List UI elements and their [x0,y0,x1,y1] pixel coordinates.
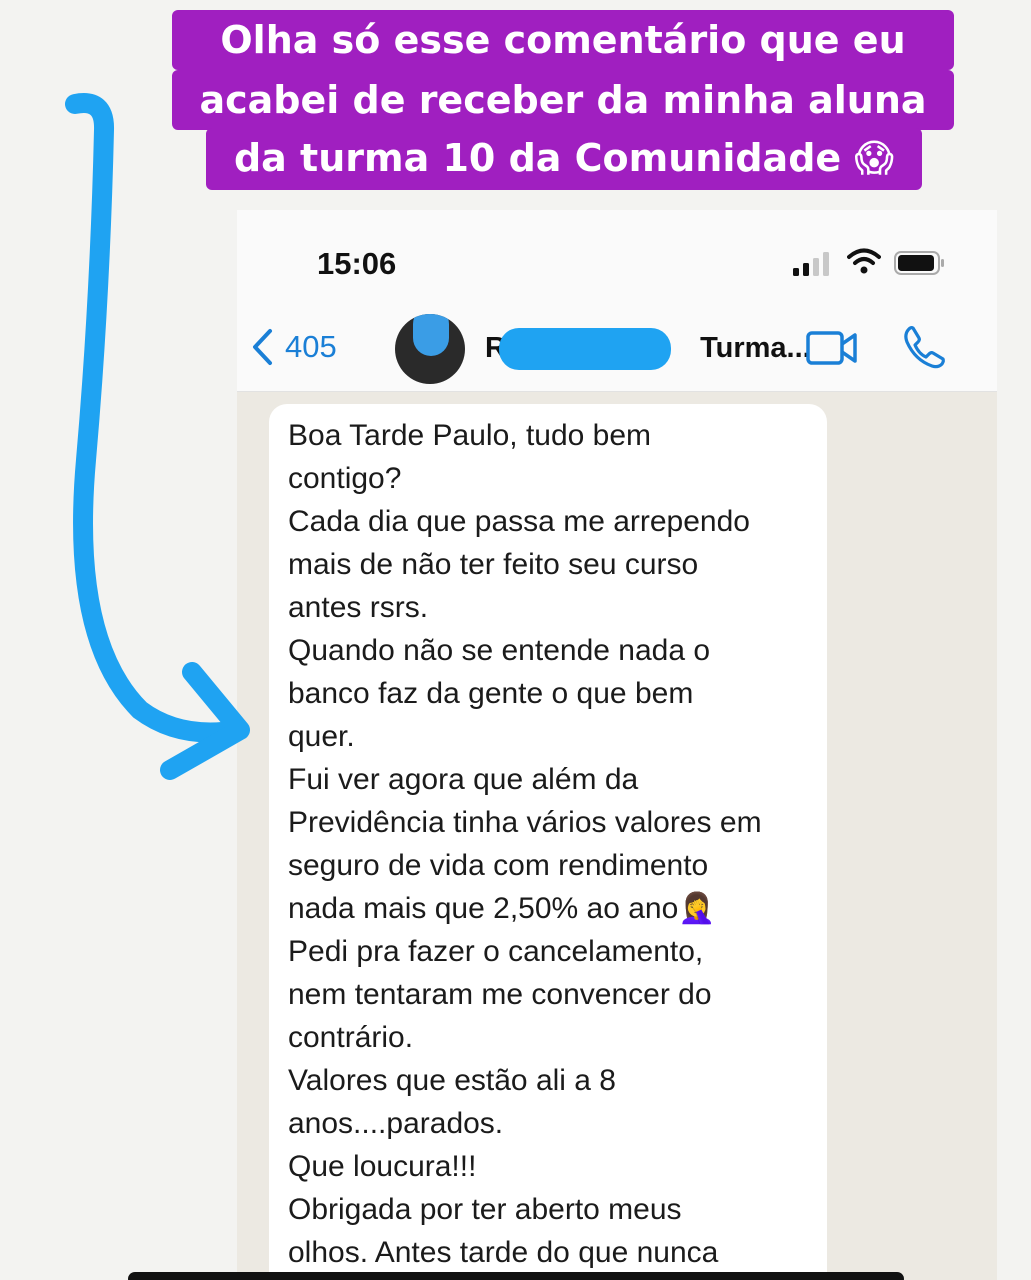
message-line: nada mais que 2,50% ao ano🤦‍♀️ [288,892,716,925]
phone-call-icon[interactable] [901,324,947,370]
status-time: 15:06 [317,246,397,281]
message-line: contrário. [288,1021,414,1054]
back-chevron-icon [253,329,272,365]
message-line: quer. [288,720,355,753]
name-redaction [499,328,671,370]
message-line: Fui ver agora que além da [288,763,639,796]
message-line: contigo? [288,462,402,495]
message-line: Pedi pra fazer o cancelamento, [288,935,704,968]
signal-icon [793,252,829,276]
message-line: seguro de vida com rendimento [288,849,709,882]
message-line: Boa Tarde Paulo, tudo bem [288,419,652,452]
video-call-icon[interactable] [805,328,859,368]
message-line: Valores que estão ali a 8 [288,1064,616,1097]
message-line: antes rsrs. [288,591,429,624]
caption-line-3: da turma 10 da Comunidade 😱 [206,128,922,190]
contact-name-end: Turma... [700,332,811,364]
message-line: mais de não ter feito seu curso [288,548,699,581]
status-bar: 15:06 [237,210,997,310]
chat-body: Boa Tarde Paulo, tudo bem contigo? Cada di… [237,392,997,1280]
home-indicator [128,1272,904,1280]
unread-count: 405 [285,329,337,364]
message-line: banco faz da gente o que bem [288,677,694,710]
wifi-icon [847,248,881,274]
message-line: anos....parados. [288,1107,504,1140]
message-bubble[interactable]: Boa Tarde Paulo, tudo bem contigo? Cada di… [269,404,827,1280]
avatar[interactable] [395,314,465,384]
chat-header: 405 R Turma... [237,310,997,392]
caption-line-2: acabei de receber da minha aluna [172,70,954,130]
message-line: Previdência tinha vários valores em [288,806,762,839]
phone-screenshot: 15:06 405 R Turma... Boa Tarde Paulo, tu… [237,210,997,1280]
message-line: nem tentaram me convencer do [288,978,712,1011]
message-line: olhos. Antes tarde do que nunca [288,1236,719,1269]
caption-line-1: Olha só esse comentário que eu [172,10,954,70]
back-button[interactable]: 405 [251,328,337,366]
avatar-redaction [413,314,449,356]
message-line: Cada dia que passa me arrependo [288,505,750,538]
message-line: Quando não se entende nada o [288,634,711,667]
message-line: Obrigada por ter aberto meus [288,1193,682,1226]
battery-icon [894,251,944,275]
message-line: Que loucura!!! [288,1150,477,1183]
